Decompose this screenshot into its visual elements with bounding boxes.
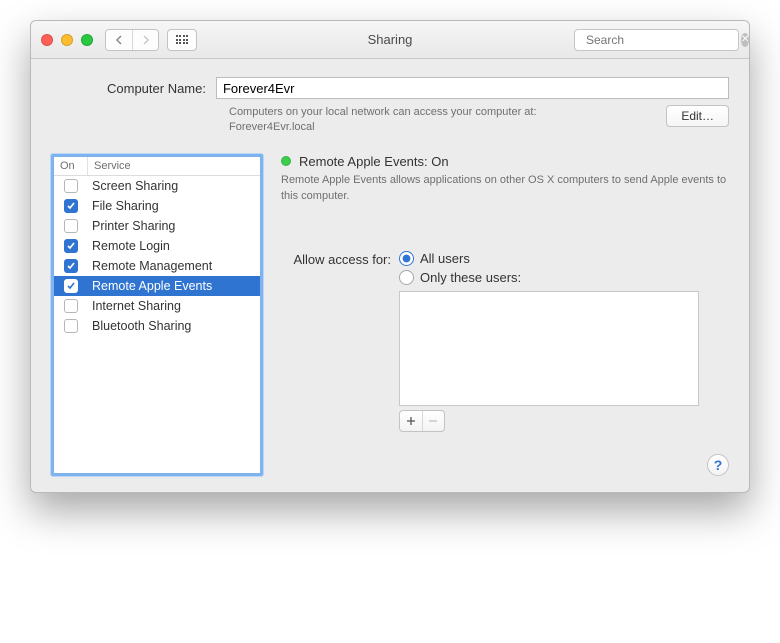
grid-icon [176,35,189,44]
chevron-right-icon [142,35,150,45]
allowed-users-list[interactable] [399,291,699,406]
minimize-window-button[interactable] [61,34,73,46]
access-row: Allow access for: All users Only these u… [281,251,729,285]
service-checkbox[interactable] [64,219,78,233]
subtext-line1: Computers on your local network can acce… [229,106,537,118]
subtext-line2: Forever4Evr.local [229,121,315,133]
add-user-button[interactable] [400,411,422,431]
radio-only-users[interactable]: Only these users: [399,270,521,285]
radio-icon [399,270,414,285]
computer-name-label: Computer Name: [107,81,206,96]
search-field[interactable]: ✕ [574,29,739,51]
service-checkbox-cell [54,179,88,193]
computer-name-subtext: Computers on your local network can acce… [229,105,654,136]
service-checkbox[interactable] [64,239,78,253]
service-label: Remote Login [88,239,174,253]
radio-all-label: All users [420,251,470,266]
header-on[interactable]: On [54,157,88,175]
status-indicator-icon [281,156,291,166]
check-icon [66,281,76,291]
back-button[interactable] [106,30,132,50]
services-list[interactable]: Screen Sharing File Sharing Printer Sharin… [54,176,260,473]
computer-name-input[interactable] [216,77,729,99]
chevron-left-icon [115,35,123,45]
service-checkbox-cell [54,239,88,253]
forward-button[interactable] [132,30,158,50]
radio-icon [399,251,414,266]
access-label: Allow access for: [281,251,391,267]
minus-icon [428,416,438,426]
status-row: Remote Apple Events: On [281,154,729,169]
sharing-preferences-window: Sharing ✕ Computer Name: Computers on yo… [30,20,750,493]
header-service[interactable]: Service [88,157,260,175]
remove-user-button[interactable] [422,411,445,431]
service-row[interactable]: Remote Apple Events [54,276,260,296]
check-icon [66,201,76,211]
clear-search-button[interactable]: ✕ [741,33,749,47]
user-add-remove-group [399,410,445,432]
service-checkbox-cell [54,259,88,273]
service-label: Printer Sharing [88,219,179,233]
service-row[interactable]: Bluetooth Sharing [54,316,260,336]
service-checkbox-cell [54,219,88,233]
search-input[interactable] [586,33,741,47]
service-label: Remote Apple Events [88,279,216,293]
service-checkbox-cell [54,319,88,333]
service-checkbox[interactable] [64,299,78,313]
close-window-button[interactable] [41,34,53,46]
main-row: On Service Screen Sharing File Sharing Pri… [51,154,729,476]
computer-name-row: Computer Name: [107,77,729,99]
content-area: Computer Name: Computers on your local n… [31,59,749,492]
detail-pane: Remote Apple Events: On Remote Apple Eve… [281,154,729,476]
service-label: Internet Sharing [88,299,185,313]
help-row: ? [281,454,729,476]
titlebar: Sharing ✕ [31,21,749,59]
help-icon: ? [714,457,723,473]
service-checkbox[interactable] [64,319,78,333]
radio-all-users[interactable]: All users [399,251,521,266]
services-header: On Service [54,157,260,176]
status-text: Remote Apple Events: On [299,154,449,169]
service-row[interactable]: Remote Login [54,236,260,256]
check-icon [66,261,76,271]
service-row[interactable]: File Sharing [54,196,260,216]
service-row[interactable]: Screen Sharing [54,176,260,196]
service-description: Remote Apple Events allows applications … [281,173,729,205]
service-label: Bluetooth Sharing [88,319,195,333]
service-checkbox[interactable] [64,279,78,293]
radio-only-label: Only these users: [420,270,521,285]
service-row[interactable]: Internet Sharing [54,296,260,316]
edit-hostname-button[interactable]: Edit… [666,105,729,127]
service-checkbox[interactable] [64,199,78,213]
service-checkbox-cell [54,299,88,313]
service-checkbox-cell [54,279,88,293]
service-label: Remote Management [88,259,216,273]
window-controls [41,34,93,46]
service-row[interactable]: Remote Management [54,256,260,276]
access-radio-group: All users Only these users: [399,251,521,285]
plus-icon [406,416,416,426]
nav-back-forward [105,29,159,51]
service-checkbox[interactable] [64,259,78,273]
service-label: Screen Sharing [88,179,182,193]
service-checkbox-cell [54,199,88,213]
computer-name-subrow: Computers on your local network can acce… [229,105,729,136]
service-label: File Sharing [88,199,163,213]
help-button[interactable]: ? [707,454,729,476]
services-table: On Service Screen Sharing File Sharing Pri… [51,154,263,476]
zoom-window-button[interactable] [81,34,93,46]
service-row[interactable]: Printer Sharing [54,216,260,236]
check-icon [66,241,76,251]
show-all-button[interactable] [167,29,197,51]
service-checkbox[interactable] [64,179,78,193]
